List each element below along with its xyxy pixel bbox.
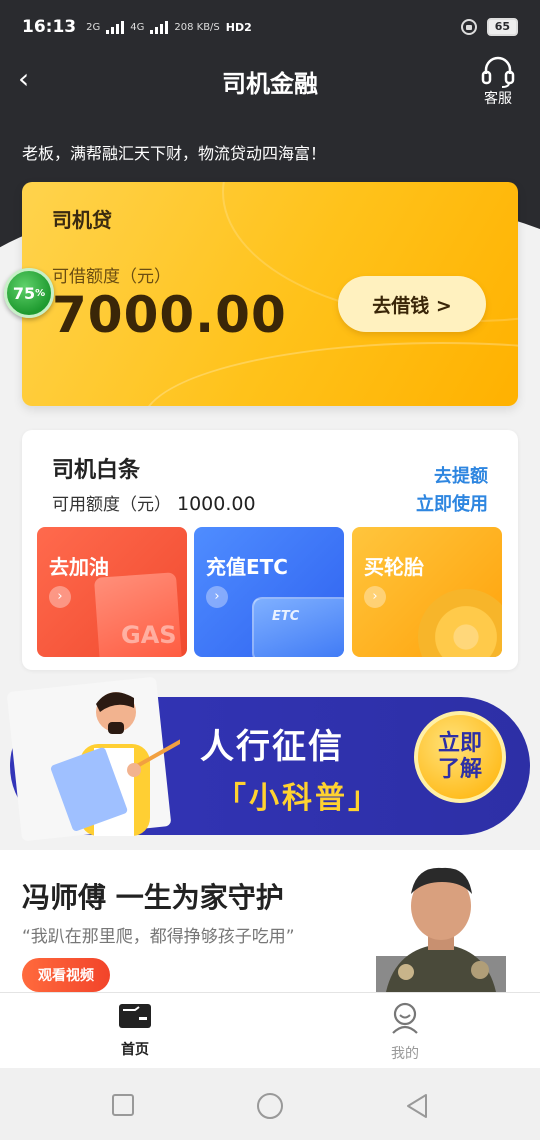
status-time: 16:13	[22, 17, 77, 37]
loan-product-name: 司机贷	[52, 208, 112, 232]
use-now-link[interactable]: 立即使用	[416, 490, 488, 516]
iou-limit-value: 1000.00	[177, 493, 256, 515]
tire-tile-title: 买轮胎	[364, 555, 424, 579]
iou-limit: 可用额度（元） 1000.00	[52, 490, 256, 515]
net-speed: 208 KB/S	[174, 21, 220, 33]
nav-mine-label: 我的	[391, 1046, 419, 1062]
page-title: 司机金融	[222, 70, 318, 98]
fuel-tile-title: 去加油	[49, 555, 109, 579]
progress-unit: %	[35, 287, 46, 299]
fuel-tile[interactable]: GAS 去加油 ›	[37, 527, 187, 657]
wallet-icon	[119, 1004, 151, 1028]
signal-label-4g: 4G	[130, 21, 145, 33]
card-decoration	[142, 342, 518, 406]
back-triangle-icon[interactable]	[404, 1092, 430, 1120]
home-circle-icon[interactable]	[256, 1092, 284, 1120]
nav-mine[interactable]: 我的	[365, 1001, 445, 1063]
progress-badge[interactable]: 75%	[4, 268, 54, 318]
tire-icon	[418, 589, 502, 657]
battery-indicator: 65	[486, 18, 518, 36]
banner-subtitle: 「小科普」	[216, 781, 381, 816]
loan-amount: 7000.00	[52, 286, 287, 344]
recent-apps-icon[interactable]	[110, 1092, 136, 1118]
loan-limit-label: 可借额度（元）	[52, 267, 171, 287]
system-navigation-bar	[0, 1068, 540, 1140]
chevron-right-icon: ›	[49, 586, 71, 608]
learn-more-button[interactable]: 立即 了解	[414, 711, 506, 803]
learn-more-line1: 立即	[437, 731, 482, 756]
signal-indicators: 2G 4G 208 KB/S HD2	[86, 20, 252, 34]
headset-icon	[481, 56, 515, 88]
signal-bars-icon	[150, 20, 169, 34]
etc-tile-title: 充值ETC	[206, 555, 288, 579]
etc-card-icon	[252, 597, 344, 657]
progress-value: 75	[12, 283, 36, 303]
etc-label-art: ETC	[272, 609, 300, 624]
learn-more-line2: 了解	[437, 757, 482, 782]
watch-video-button[interactable]: 观看视频	[22, 958, 110, 992]
teacher-illustration	[50, 692, 180, 836]
borrow-button[interactable]: 去借钱 >	[338, 276, 486, 332]
customer-service-button[interactable]: 客服	[476, 54, 520, 108]
promo-section[interactable]: 冯师傅 一生为家守护 “我趴在那里爬，都得挣够孩子吃用” 观看视频	[0, 850, 540, 992]
promo-title: 冯师傅 一生为家守护	[22, 881, 284, 914]
chevron-right-icon: ›	[206, 586, 228, 608]
tire-tile[interactable]: 买轮胎 ›	[352, 527, 502, 657]
banner-title: 人行征信	[200, 727, 344, 767]
promo-quote: “我趴在那里爬，都得挣够孩子吃用”	[22, 927, 295, 947]
rotation-lock-icon	[460, 19, 477, 35]
status-right: 65	[460, 18, 518, 36]
etc-tile[interactable]: ETC 充值ETC ›	[194, 527, 344, 657]
status-bar: 16:13 2G 4G 208 KB/S HD2 65	[0, 0, 540, 54]
title-bar: ‹ 司机金融 客服	[0, 54, 540, 110]
nav-home-label: 首页	[121, 1042, 149, 1058]
hd-badge: HD2	[225, 20, 252, 34]
chevron-right-icon: ›	[364, 586, 386, 608]
driver-portrait	[376, 867, 506, 992]
signal-bars-icon	[106, 20, 125, 34]
driver-loan-card[interactable]: 司机贷 可借额度（元） 7000.00 去借钱 >	[22, 182, 518, 406]
iou-limit-label: 可用额度（元）	[52, 495, 171, 515]
nav-home[interactable]: 首页	[95, 1001, 175, 1059]
bottom-navigation: 首页 我的	[0, 992, 540, 1068]
user-icon	[392, 1002, 418, 1034]
gas-label-art: GAS	[121, 621, 177, 649]
slogan-text: 老板，满帮融汇天下财，物流贷动四海富！	[22, 144, 327, 163]
service-label: 客服	[484, 91, 512, 107]
raise-limit-link[interactable]: 去提额	[434, 462, 488, 488]
signal-label-2g: 2G	[86, 21, 101, 33]
driver-iou-card: 司机白条 可用额度（元） 1000.00 去提额 立即使用 GAS 去加油 › E…	[22, 430, 518, 670]
iou-product-name: 司机白条	[52, 458, 141, 483]
